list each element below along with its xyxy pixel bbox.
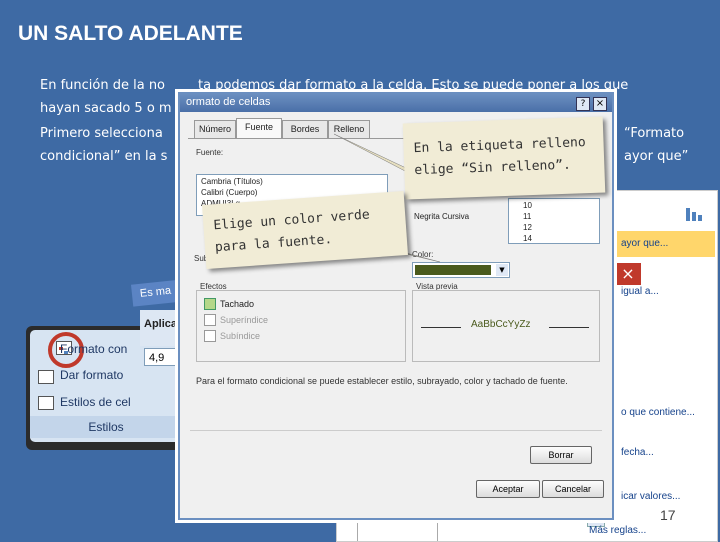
callout-pointers — [333, 133, 441, 263]
page-number: 17 — [660, 507, 676, 523]
callout-relleno-line2: elige “Sin relleno”. — [414, 157, 572, 179]
callout-relleno: En la etiqueta relleno elige “Sin rellen… — [402, 116, 606, 200]
callout-verde-line1: Elige un color verde — [212, 207, 371, 234]
callout-relleno-line1: En la etiqueta relleno — [413, 135, 586, 157]
callout-verde-line2: para la fuente. — [214, 232, 333, 256]
